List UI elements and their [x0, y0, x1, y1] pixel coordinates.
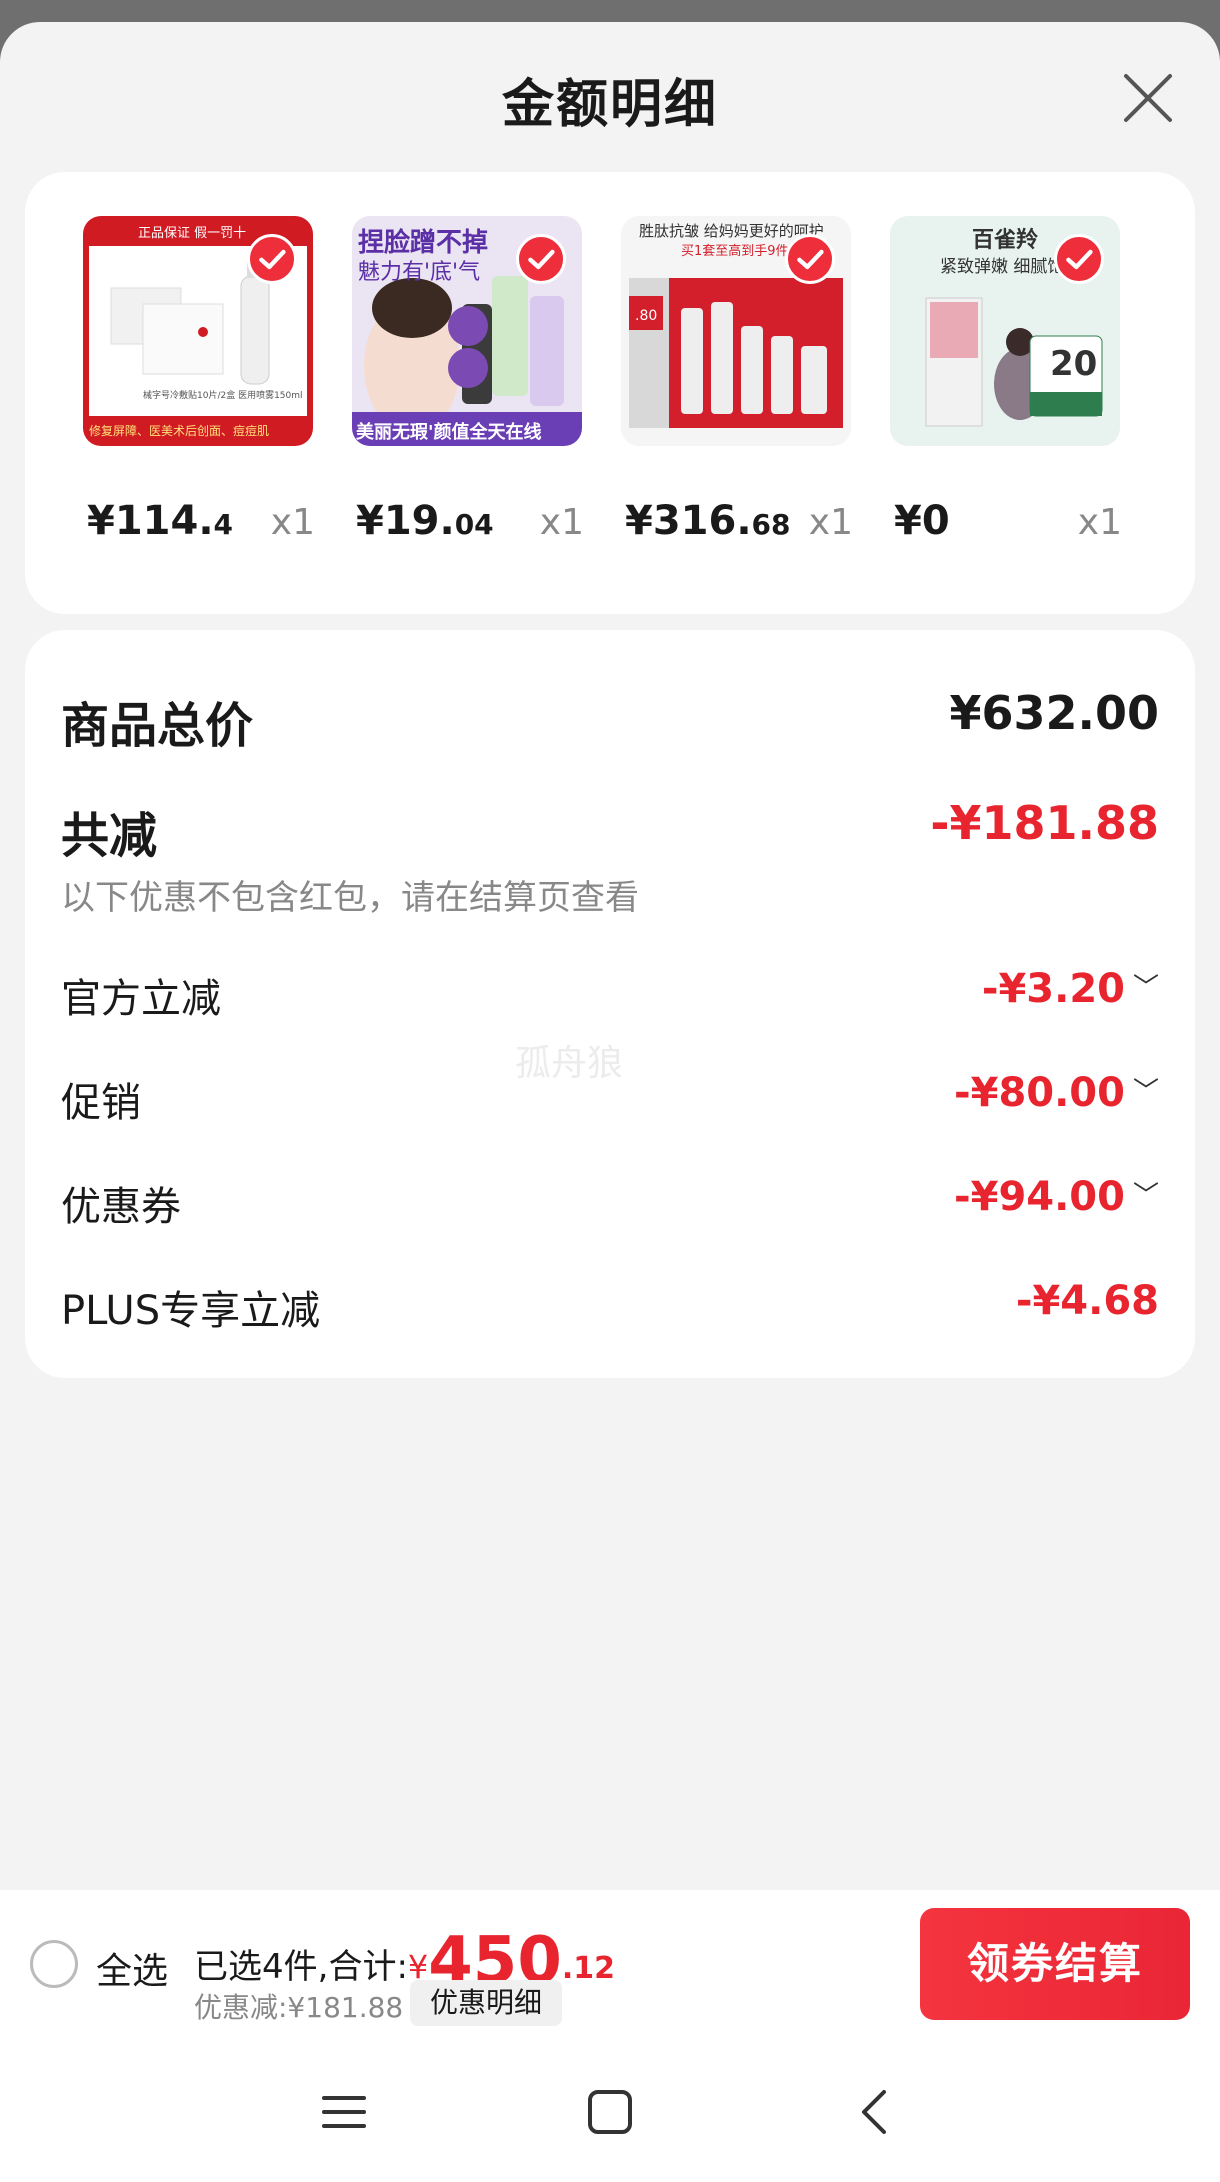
products-card: 械字号冷敷贴10片/2盒 医用喷雾150ml 正品保证 假一罚十 修复屏障、医美…	[25, 172, 1195, 614]
discount-row-official[interactable]: 官方立减 -¥3.20 ﹀	[61, 966, 1159, 1022]
product-footer-text: 美丽无瑕'颜值全天在线	[356, 422, 542, 443]
close-icon[interactable]	[1120, 70, 1176, 126]
back-icon[interactable]	[846, 2082, 906, 2142]
product-thumbnail[interactable]: 械字号冷敷贴10片/2盒 医用喷雾150ml 正品保证 假一罚十 修复屏障、医美…	[83, 216, 313, 446]
discount-summary: 优惠减:¥181.88	[194, 1991, 404, 2024]
system-nav-bar	[0, 2040, 1220, 2182]
amount-detail-sheet: 金额明细 械字号冷敷贴10片/2盒 医用喷雾150ml 正品保证 假一罚十 修复…	[0, 22, 1220, 2182]
product-price: ¥0	[894, 498, 950, 544]
total-price-label: 商品总价	[61, 698, 254, 754]
svg-text:械字号冷敷贴10片/2盒 医用喷雾150ml: 械字号冷敷贴10片/2盒 医用喷雾150ml	[143, 389, 303, 401]
chevron-down-icon[interactable]: ﹀	[1133, 1071, 1159, 1108]
discount-label: 官方立减	[61, 976, 221, 1022]
discount-label: 促销	[61, 1080, 141, 1126]
product-quantity: x1	[1077, 502, 1122, 543]
chevron-down-icon[interactable]: ﹀	[1133, 967, 1159, 1004]
total-reduction-label: 共减	[61, 808, 158, 864]
checkmark-icon[interactable]	[516, 234, 566, 284]
watermark: 孤舟狼	[515, 1043, 624, 1084]
product-subtitle-text: 魅力有'底'气	[358, 260, 481, 285]
product-banner-text: 正品保证 假一罚十	[138, 226, 247, 241]
product-subtitle-text: 买1套至高到手9件	[681, 244, 789, 259]
product-price: ¥19.04	[356, 498, 494, 544]
product-footer-text: 修复屏障、医美术后创面、痘痘肌	[89, 424, 270, 438]
checkmark-icon[interactable]	[1054, 234, 1104, 284]
product-badge-text: 20	[1050, 344, 1098, 384]
reduction-note: 以下优惠不包含红包，请在结算页查看	[61, 878, 639, 918]
checkout-bar: 全选 已选4件,合计:¥450.12 优惠减:¥181.88 优惠明细 领券结算	[0, 1890, 1220, 2040]
sheet-title: 金额明细	[501, 75, 718, 135]
discount-label: 优惠券	[61, 1184, 181, 1230]
product-brand-text: 百雀羚	[972, 228, 1039, 253]
select-all-label[interactable]: 全选	[96, 1942, 168, 1994]
product-thumbnail[interactable]: .80 胜肽抗皱 给妈妈更好的呵护 买1套至高到手9件	[621, 216, 851, 446]
discount-detail-button[interactable]: 优惠明细	[410, 1980, 563, 2026]
product-thumbnail[interactable]: 百雀羚 紧致弹嫩 细腻饱满 20	[890, 216, 1120, 446]
total-price-value: ¥632.00	[949, 686, 1159, 740]
discount-row-plus: PLUS专享立减 -¥4.68	[61, 1278, 1159, 1334]
discount-label: PLUS专享立减	[61, 1288, 321, 1334]
checkmark-icon[interactable]	[247, 234, 297, 284]
total-reduction-value: -¥181.88	[930, 796, 1159, 850]
product-quantity: x1	[539, 502, 584, 543]
product-thumbnail[interactable]: 捏脸蹭不掉 魅力有'底'气 美丽无瑕'颜值全天在线	[352, 216, 582, 446]
product-quantity: x1	[808, 502, 853, 543]
checkout-button[interactable]: 领券结算	[920, 1908, 1190, 2020]
home-icon[interactable]	[580, 2082, 640, 2142]
discount-value: -¥3.20	[981, 966, 1125, 1012]
svg-text:.80: .80	[635, 308, 657, 324]
discount-value: -¥94.00	[954, 1174, 1125, 1220]
product-quantity: x1	[270, 502, 315, 543]
select-all-radio[interactable]	[30, 1940, 78, 1988]
discount-value: -¥4.68	[1015, 1278, 1159, 1324]
total-reduction-row: 共减 -¥181.88	[61, 796, 1159, 864]
total-price-row: 商品总价 ¥632.00	[61, 686, 1159, 754]
menu-icon[interactable]	[314, 2082, 374, 2142]
product-price: ¥316.68	[625, 498, 791, 544]
price-summary-card: 商品总价 ¥632.00 共减 -¥181.88 以下优惠不包含红包，请在结算页…	[25, 630, 1195, 1378]
chevron-down-icon[interactable]: ﹀	[1133, 1175, 1159, 1212]
discount-value: -¥80.00	[954, 1070, 1125, 1116]
checkmark-icon[interactable]	[785, 234, 835, 284]
discount-row-coupon[interactable]: 优惠券 -¥94.00 ﹀	[61, 1174, 1159, 1230]
product-price: ¥114.4	[87, 498, 234, 544]
